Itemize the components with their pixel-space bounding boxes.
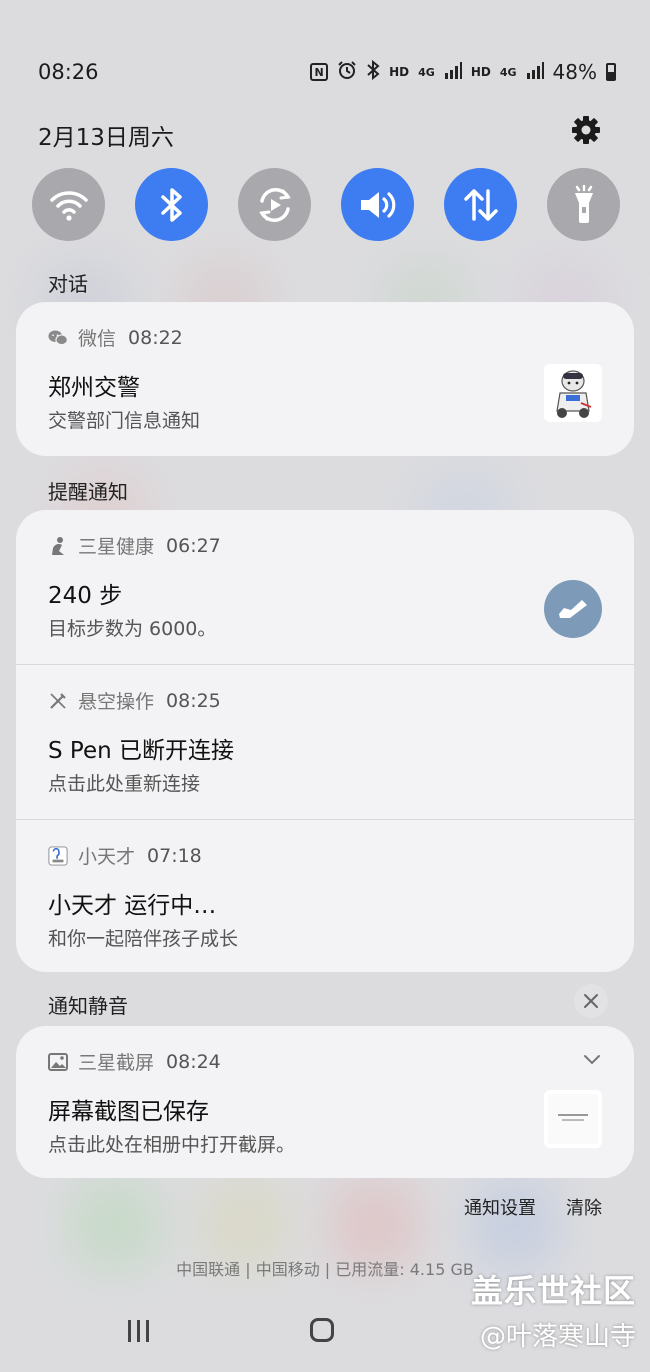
notification-text: 和你一起陪伴孩子成长: [48, 928, 239, 950]
health-icon: [48, 536, 68, 556]
pen-icon: [48, 691, 68, 711]
battery-percent: 48%: [552, 60, 597, 84]
section-label-alerts: 提醒通知: [48, 480, 128, 504]
notification-text: 点击此处重新连接: [48, 773, 201, 795]
wifi-icon: [49, 190, 88, 221]
footer-links: 通知设置 清除: [464, 1194, 602, 1220]
signal-icon-2: [526, 61, 544, 83]
dismiss-silent-button[interactable]: [574, 984, 608, 1018]
hd-label: HD: [389, 65, 410, 79]
mobile-data-toggle[interactable]: [444, 168, 517, 241]
wifi-toggle[interactable]: [32, 168, 105, 241]
app-name: 小天才: [78, 846, 136, 868]
clear-all-link[interactable]: 清除: [566, 1194, 602, 1220]
app-name: 三星健康: [78, 536, 155, 558]
notification-time: 08:25: [166, 689, 221, 712]
wechat-notification[interactable]: 微信 08:22 郑州交警 交警部门信息通知: [16, 302, 634, 456]
chevron-down-icon[interactable]: [582, 1052, 602, 1066]
bluetooth-icon: [160, 187, 182, 222]
status-bar: 08:26 N HD 4G HD 4G 48%: [0, 52, 650, 96]
notification-title: S Pen 已断开连接: [48, 738, 234, 764]
section-label-conversation: 对话: [48, 272, 88, 296]
screenshot-notification[interactable]: 三星截屏 08:24 屏幕截图已保存 点击此处在相册中打开截屏。: [16, 1026, 634, 1178]
signal-icon: [444, 61, 462, 83]
bluetooth-toggle[interactable]: [135, 168, 208, 241]
silent-card: 三星截屏 08:24 屏幕截图已保存 点击此处在相册中打开截屏。: [16, 1026, 634, 1178]
notification-title: 240 步: [48, 583, 123, 609]
xiaotiancai-notification[interactable]: 小天才 07:18 小天才 运行中… 和你一起陪伴孩子成长: [16, 819, 634, 972]
notification-time: 08:24: [166, 1050, 221, 1073]
shoe-icon: [544, 580, 602, 638]
app-name: 悬空操作: [78, 691, 155, 713]
app-name: 三星截屏: [78, 1052, 155, 1074]
alerts-card: 三星健康 06:27 240 步 目标步数为 6000。 悬空操作 08:25 …: [16, 510, 634, 972]
notification-settings-link[interactable]: 通知设置: [464, 1194, 536, 1220]
flashlight-icon: [574, 184, 593, 223]
rotate-icon: [258, 187, 291, 222]
notification-title: 郑州交警: [48, 375, 140, 401]
quick-settings-row: [32, 168, 620, 241]
network-label: 4G: [418, 65, 435, 79]
notification-time: 07:18: [147, 844, 202, 867]
conversation-card: 微信 08:22 郑州交警 交警部门信息通知: [16, 302, 634, 456]
wechat-icon: [48, 328, 68, 348]
samsung-health-notification[interactable]: 三星健康 06:27 240 步 目标步数为 6000。: [16, 510, 634, 664]
notification-header: 小天才 07:18: [48, 842, 202, 869]
hd-label-2: HD: [470, 65, 491, 79]
date-label: 2月13日周六: [38, 125, 174, 151]
notification-text: 目标步数为 6000。: [48, 618, 217, 640]
screenshot-thumbnail: [544, 1090, 602, 1148]
watermark-author: @叶落寒山寺: [479, 1322, 636, 1352]
section-label-silent: 通知静音: [48, 994, 128, 1018]
close-icon: [584, 994, 598, 1008]
volume-icon: [360, 191, 395, 218]
data-arrows-icon: [463, 188, 498, 221]
notification-time: 08:22: [128, 326, 183, 349]
settings-gear-icon[interactable]: [570, 114, 602, 146]
home-icon[interactable]: [310, 1318, 334, 1342]
sound-toggle[interactable]: [341, 168, 414, 241]
notification-time: 06:27: [166, 534, 221, 557]
xtc-icon: [48, 845, 68, 866]
bluetooth-status-icon: [366, 59, 380, 84]
alarm-icon: [337, 60, 357, 84]
status-time: 08:26: [38, 60, 99, 84]
notification-text: 交警部门信息通知: [48, 410, 201, 432]
notification-header: 悬空操作 08:25: [48, 687, 221, 714]
recent-apps-icon[interactable]: [128, 1320, 154, 1342]
notification-header: 微信 08:22: [48, 324, 183, 351]
flashlight-toggle[interactable]: [547, 168, 620, 241]
auto-rotate-toggle[interactable]: [238, 168, 311, 241]
notification-header: 三星健康 06:27: [48, 532, 221, 559]
sender-avatar: [544, 364, 602, 422]
nfc-icon: N: [310, 63, 329, 81]
notification-title: 屏幕截图已保存: [48, 1099, 209, 1125]
status-icons: N HD 4G HD 4G 48%: [310, 59, 616, 84]
battery-icon: [606, 63, 616, 81]
notification-header: 三星截屏 08:24: [48, 1048, 221, 1075]
network-label-2: 4G: [499, 65, 517, 79]
image-icon: [48, 1052, 68, 1072]
notification-title: 小天才 运行中…: [48, 893, 217, 919]
app-name: 微信: [78, 328, 117, 350]
notification-text: 点击此处在相册中打开截屏。: [48, 1134, 296, 1156]
watermark-title: 盖乐世社区: [470, 1272, 636, 1310]
air-actions-notification[interactable]: 悬空操作 08:25 S Pen 已断开连接 点击此处重新连接: [16, 664, 634, 819]
